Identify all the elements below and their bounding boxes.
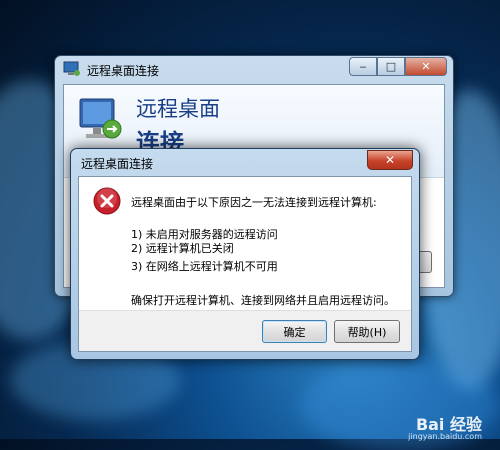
monitor-icon bbox=[79, 98, 122, 139]
ok-button[interactable]: 确定 bbox=[262, 320, 327, 343]
reason-3: 3) 在网络上远程计算机不可用 bbox=[131, 260, 278, 273]
error-message-outro: 确保打开远程计算机、连接到网络并且启用远程访问。 bbox=[131, 294, 395, 307]
error-message-intro: 远程桌面由于以下原因之一无法连接到远程计算机: bbox=[131, 196, 377, 209]
baidu-watermark-url: jingyan.baidu.com bbox=[408, 432, 482, 441]
error-dialog[interactable]: 远程桌面连接 ✕ 远程桌面由于以下原因之一无法连接到远程计算机: 1) 未启用对… bbox=[70, 148, 420, 360]
dialog-button-bar: 确定 帮助(H) bbox=[79, 310, 411, 351]
dialog-close-button[interactable]: ✕ bbox=[367, 150, 413, 170]
remote-desktop-app-icon bbox=[63, 61, 80, 76]
maximize-button[interactable]: □ bbox=[377, 57, 405, 76]
dialog-title: 远程桌面连接 bbox=[81, 157, 154, 171]
help-button[interactable]: 帮助(H) bbox=[334, 320, 400, 343]
title-bar[interactable]: 远程桌面连接 ‒ □ ✕ bbox=[55, 56, 453, 84]
dialog-client-area: 远程桌面由于以下原因之一无法连接到远程计算机: 1) 未启用对服务器的远程访问 … bbox=[78, 176, 412, 352]
close-button[interactable]: ✕ bbox=[405, 57, 447, 76]
window-title: 远程桌面连接 bbox=[87, 64, 160, 78]
error-icon bbox=[93, 187, 121, 215]
minimize-button[interactable]: ‒ bbox=[349, 57, 377, 76]
banner-title-line1: 远程桌面 bbox=[136, 97, 220, 121]
caption-buttons: ‒ □ ✕ bbox=[349, 57, 447, 76]
reason-2: 2) 远程计算机已关闭 bbox=[131, 242, 234, 255]
